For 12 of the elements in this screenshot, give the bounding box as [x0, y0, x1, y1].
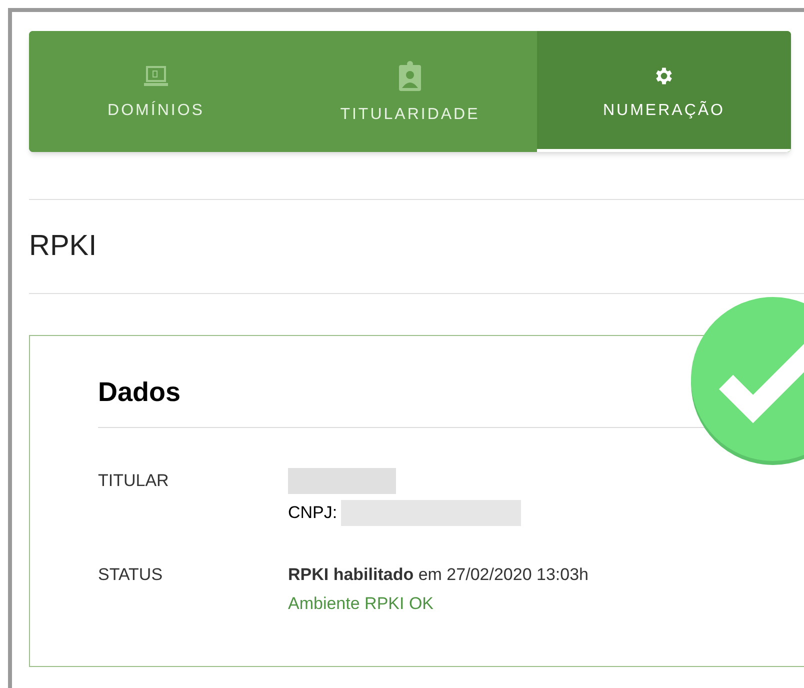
field-label: TITULAR [98, 470, 170, 492]
tab[interactable]: DOMÍNIOS [29, 31, 283, 152]
cnpj-label: CNPJ: [288, 502, 338, 524]
field-label: STATUS [98, 564, 164, 586]
tab[interactable]: TITULARIDADE [283, 31, 537, 152]
laptop-icon [144, 65, 168, 87]
tab[interactable]: NUMERAÇÃO [537, 31, 791, 152]
card-title: Dados [98, 377, 181, 407]
status-text: RPKI habilitado em 27/02/2020 13:03h [288, 564, 588, 586]
section-title: RPKI [29, 228, 97, 264]
status-note: Ambiente RPKI OK [288, 593, 435, 615]
id-badge-icon [399, 61, 421, 91]
